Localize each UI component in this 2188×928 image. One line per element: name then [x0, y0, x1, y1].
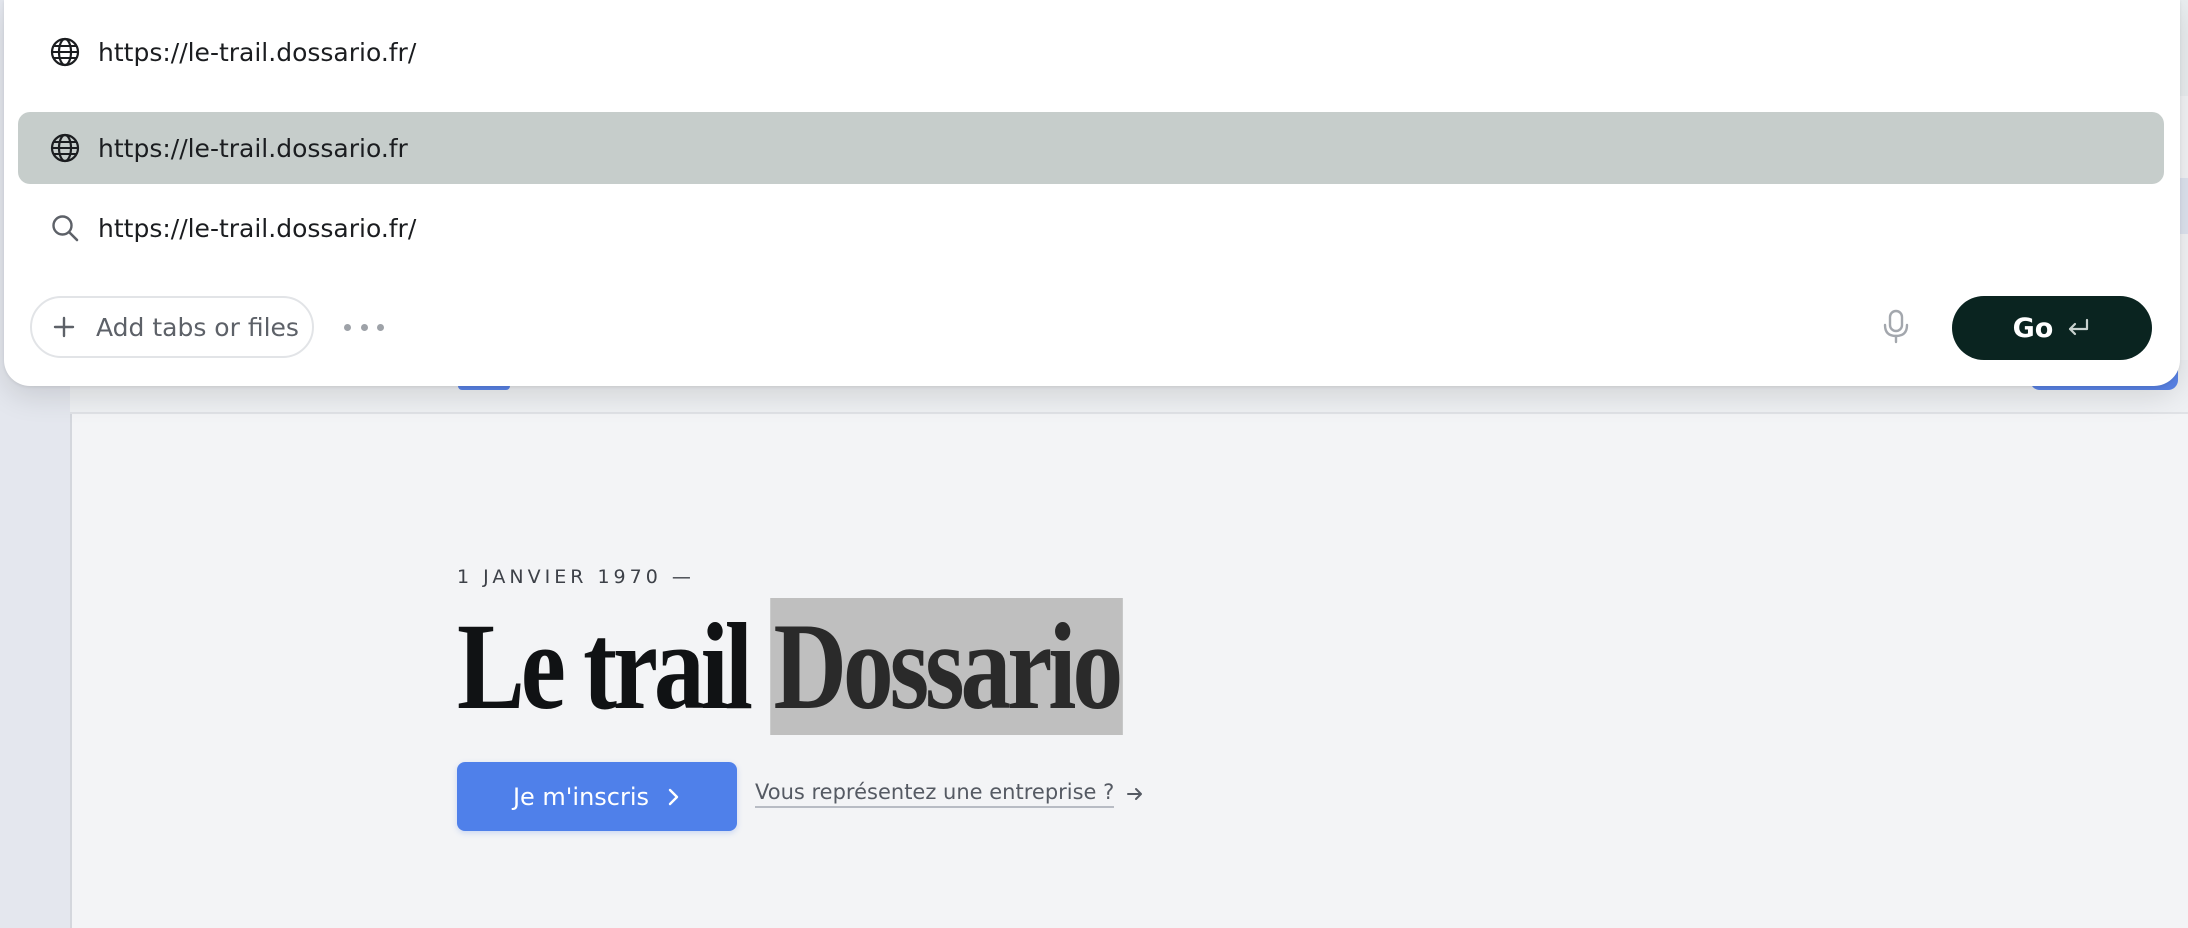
company-link[interactable]: Vous représentez une entreprise ? [755, 780, 1144, 808]
add-tabs-button[interactable]: Add tabs or files [30, 296, 314, 358]
register-button-label: Je m'inscris [512, 782, 650, 811]
globe-icon [50, 37, 80, 67]
suggestion-text: https://le-trail.dossario.fr [98, 133, 408, 163]
suggestion-item[interactable]: https://le-trail.dossario.fr [18, 112, 2164, 184]
enter-icon [2069, 318, 2089, 336]
omnibox-dropdown: https://le-trail.dossario.fr/ https://le… [4, 0, 2180, 386]
company-link-label: Vous représentez une entreprise ? [755, 780, 1115, 808]
plus-icon [53, 316, 75, 338]
go-button[interactable]: Go [1952, 296, 2152, 360]
search-icon [52, 215, 79, 242]
arrow-right-icon [1127, 788, 1143, 800]
suggestion-item[interactable]: https://le-trail.dossario.fr/ [18, 192, 2164, 264]
add-tabs-label: Add tabs or files [96, 312, 299, 342]
page-title: Le trail Dossario [457, 592, 1123, 742]
event-date: 1 JANVIER 1970 — [457, 566, 695, 588]
suggestion-text: https://le-trail.dossario.fr/ [98, 213, 417, 243]
title-highlighted: Dossario [770, 598, 1123, 735]
chevron-right-icon [668, 788, 679, 805]
title-plain: Le trail [457, 598, 753, 735]
address-input[interactable]: https://le-trail.dossario.fr/ [98, 38, 416, 67]
microphone-icon[interactable] [1876, 306, 1916, 346]
register-button[interactable]: Je m'inscris [457, 762, 737, 831]
more-options-icon[interactable] [344, 312, 384, 342]
go-button-label: Go [2012, 312, 2054, 344]
globe-icon [50, 133, 80, 163]
address-input-row[interactable]: https://le-trail.dossario.fr/ [18, 16, 2164, 88]
